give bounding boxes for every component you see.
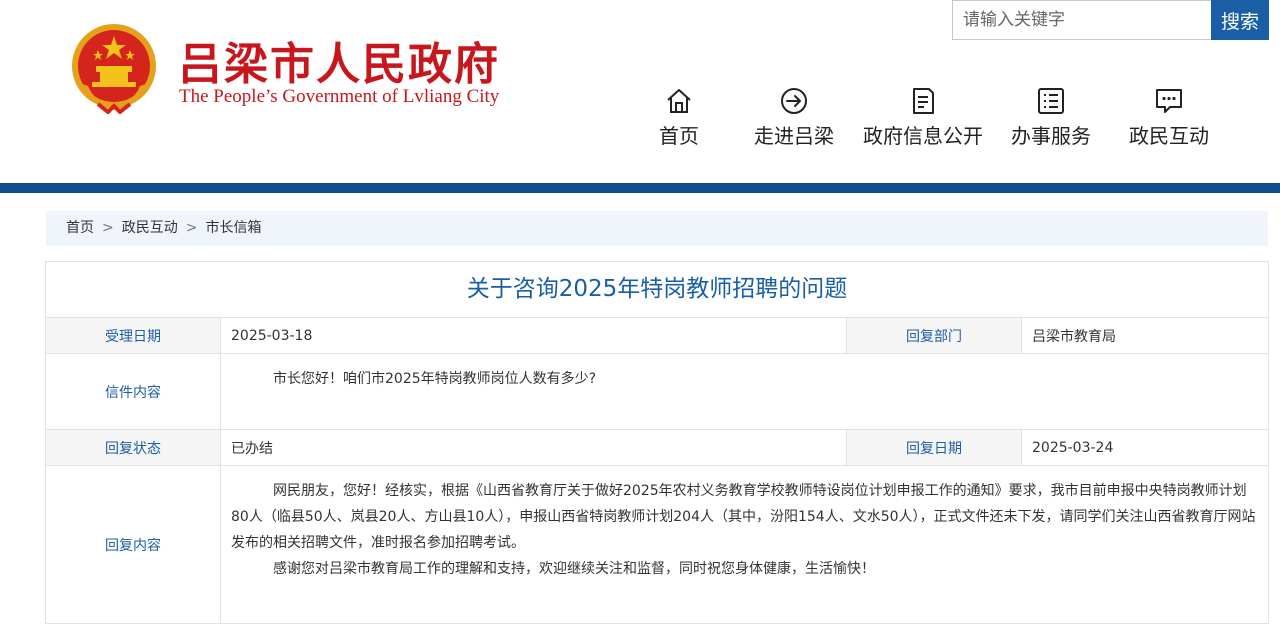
document-icon (913, 88, 934, 114)
breadcrumb: 首页 > 政民互动 > 市长信箱 (46, 211, 1268, 246)
nav-item-home[interactable]: 首页 (639, 86, 719, 156)
nav-item-gov-info[interactable]: 政府信息公开 (858, 86, 988, 156)
row-reply-content: 回复内容 网民朋友，您好！经核实，根据《山西省教育厅关于做好2025年农村义务教… (46, 466, 1268, 623)
letter-content-body: 市长您好！咱们市2025年特岗教师岗位人数有多少? (231, 366, 1256, 392)
chat-icon (1156, 89, 1182, 113)
nav-label-interaction: 政民互动 (1129, 124, 1209, 148)
list-icon (1038, 88, 1064, 114)
nav-item-interaction[interactable]: 政民互动 (1124, 86, 1214, 156)
status-label: 回复状态 (105, 440, 161, 457)
accept-date-label: 受理日期 (105, 328, 161, 345)
search-button[interactable]: 搜索 (1211, 0, 1269, 40)
breadcrumb-separator: > (185, 220, 198, 236)
row-status: 回复状态 已办结 回复日期 2025-03-24 (46, 430, 1268, 466)
reply-paragraph: 网民朋友，您好！经核实，根据《山西省教育厅关于做好2025年农村义务教育学校教师… (231, 483, 1256, 551)
letter-title: 关于咨询2025年特岗教师招聘的问题 (46, 262, 1268, 318)
nav-item-services[interactable]: 办事服务 (1006, 86, 1096, 156)
national-emblem-icon[interactable] (68, 22, 160, 114)
breadcrumb-mayor-mailbox[interactable]: 市长信箱 (205, 220, 261, 236)
nav-item-about-lvliang[interactable]: 走进吕梁 (744, 86, 844, 156)
reply-dept-value: 吕梁市教育局 (1022, 318, 1268, 353)
status-value: 已办结 (221, 430, 846, 465)
reply-content-label: 回复内容 (105, 537, 161, 554)
site-title-english[interactable]: The People’s Government of Lvliang City (179, 86, 499, 108)
reply-paragraph: 感谢您对吕梁市教育局工作的理解和支持，欢迎继续关注和监督，同时祝您身体健康，生活… (273, 561, 875, 577)
nav-label-about-lvliang: 走进吕梁 (754, 124, 834, 148)
breadcrumb-interaction[interactable]: 政民互动 (122, 220, 178, 236)
row-accept-date: 受理日期 2025-03-18 回复部门 吕梁市教育局 (46, 318, 1268, 354)
nav-label-services: 办事服务 (1011, 124, 1091, 148)
letter-content-label: 信件内容 (105, 384, 161, 401)
divider (220, 354, 221, 429)
arrow-circle-icon (781, 88, 807, 114)
accept-date-value: 2025-03-18 (221, 318, 846, 353)
reply-dept-label: 回复部门 (906, 328, 962, 345)
nav-label-gov-info: 政府信息公开 (863, 124, 983, 148)
letter-detail-table: 关于咨询2025年特岗教师招聘的问题 受理日期 2025-03-18 回复部门 … (45, 261, 1269, 624)
nav-label-home: 首页 (659, 124, 699, 148)
reply-date-label: 回复日期 (906, 440, 962, 457)
divider (220, 466, 221, 623)
letter-content-text: 市长您好！咱们市2025年特岗教师岗位人数有多少? (273, 371, 597, 387)
reply-date-value: 2025-03-24 (1022, 430, 1268, 465)
home-icon (667, 89, 691, 113)
breadcrumb-home[interactable]: 首页 (66, 220, 94, 236)
header-divider-bar (0, 183, 1280, 193)
breadcrumb-separator: > (102, 220, 114, 236)
row-letter-content: 信件内容 市长您好！咱们市2025年特岗教师岗位人数有多少? (46, 354, 1268, 430)
reply-content-body: 网民朋友，您好！经核实，根据《山西省教育厅关于做好2025年农村义务教育学校教师… (231, 478, 1261, 582)
site-header: 吕梁市人民政府 The People’s Government of Lvlia… (0, 0, 1280, 183)
site-title-chinese[interactable]: 吕梁市人民政府 (178, 28, 500, 92)
search-input[interactable] (952, 0, 1212, 40)
